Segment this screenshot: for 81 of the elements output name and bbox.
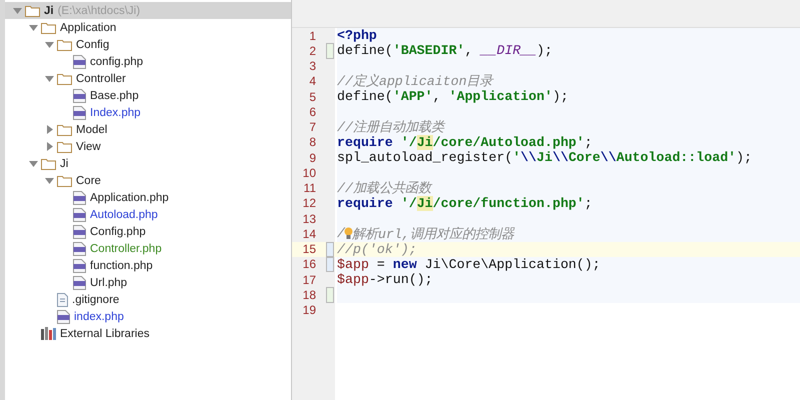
folder-icon — [57, 72, 72, 84]
code-line: <?php — [337, 28, 377, 44]
line-number: 9 — [308, 150, 317, 165]
php-file-icon — [73, 54, 86, 68]
folder-icon — [57, 174, 72, 186]
php-file-icon — [73, 276, 86, 290]
code-line: spl_autoload_register('\\Ji\\Core\\Autoload::load'); — [337, 150, 752, 166]
expand-arrow-icon[interactable] — [44, 125, 54, 134]
tree-item[interactable]: Ji — [5, 155, 291, 172]
text-file-icon — [57, 292, 68, 306]
code-line: //注册自动加载类 — [337, 118, 444, 136]
code-line: / 解析url,调用对应的控制器 — [337, 225, 514, 243]
line-number: 19 — [302, 303, 317, 318]
tree-item[interactable]: Model — [5, 121, 291, 138]
code-line: require '/Ji/core/function.php'; — [337, 196, 592, 211]
code-line: define('APP', 'Application'); — [337, 89, 568, 104]
project-path: (E:\xa\htdocs\Ji) — [58, 4, 140, 16]
line-number: 1 — [308, 28, 317, 43]
expand-arrow-icon[interactable] — [28, 159, 38, 168]
tree-item[interactable]: .gitignore — [5, 291, 291, 308]
php-file-icon — [73, 258, 86, 272]
library-icon — [41, 327, 56, 340]
code-line: require '/Ji/core/Autoload.php'; — [337, 134, 592, 150]
folder-icon — [57, 124, 72, 136]
tree-item[interactable]: Application.php — [5, 189, 291, 206]
tree-item[interactable]: function.php — [5, 257, 291, 274]
tree-item[interactable]: Controller — [5, 70, 291, 87]
folder-icon — [41, 22, 56, 34]
line-number: 11 — [302, 181, 317, 196]
line-number: 3 — [308, 59, 317, 74]
expand-arrow-icon[interactable] — [44, 142, 54, 151]
php-file-icon — [57, 310, 70, 324]
line-number: 8 — [308, 135, 317, 150]
tree-item[interactable]: Config.php — [5, 223, 291, 240]
line-number: 14 — [302, 226, 317, 241]
tree-item[interactable]: View — [5, 138, 291, 155]
folder-icon — [25, 4, 40, 16]
code-line: $app = new Ji\Core\Application(); — [337, 256, 600, 272]
code-line: //加载公共函数 — [337, 180, 431, 197]
expand-arrow-icon[interactable] — [44, 74, 54, 83]
line-number: 5 — [308, 90, 317, 104]
line-number: 13 — [302, 212, 317, 226]
code-line: $app->run(); — [337, 272, 433, 288]
tree-item[interactable]: Base.php — [5, 87, 291, 104]
line-number: 16 — [302, 257, 317, 272]
folder-icon — [57, 140, 72, 152]
line-number: 17 — [302, 272, 317, 287]
php-file-icon — [73, 106, 86, 120]
tree-item[interactable]: Config — [5, 36, 291, 53]
expand-arrow-icon[interactable] — [44, 176, 54, 185]
php-file-icon — [73, 190, 86, 204]
tree-item[interactable]: index.php — [5, 308, 291, 325]
expand-arrow-icon[interactable] — [28, 23, 38, 32]
php-file-icon — [73, 88, 86, 102]
lightbulb-icon[interactable] — [344, 227, 353, 240]
code-line: //定义applicaiton目录 — [337, 72, 493, 90]
tree-item[interactable]: Url.php — [5, 274, 291, 291]
php-file-icon — [73, 242, 86, 256]
tree-item[interactable]: Controller.php — [5, 240, 291, 257]
tree-item[interactable]: Autoload.php — [5, 206, 291, 223]
php-file-icon — [73, 224, 86, 238]
line-number: 15 — [302, 242, 317, 256]
tree-item[interactable]: Index.php — [5, 104, 291, 121]
line-number: 10 — [302, 166, 317, 180]
code-line: //p('ok'); — [337, 242, 417, 257]
tree-item[interactable]: Application — [5, 19, 291, 36]
line-number: 6 — [308, 104, 317, 119]
line-number: 18 — [302, 288, 317, 302]
line-number: 12 — [302, 196, 317, 210]
tree-item[interactable]: Core — [5, 172, 291, 189]
code-line: define('BASEDIR', __DIR__); — [337, 43, 552, 58]
line-number: 7 — [308, 120, 317, 134]
expand-arrow-icon[interactable] — [44, 40, 54, 49]
tree-item[interactable]: config.php — [5, 53, 291, 70]
line-number: 4 — [308, 74, 317, 88]
folder-icon — [57, 38, 72, 50]
tree-item[interactable]: External Libraries — [5, 325, 291, 342]
line-number: 2 — [308, 44, 317, 58]
tree-item[interactable]: Ji (E:\xa\htdocs\Ji) — [5, 2, 291, 19]
folder-icon — [41, 158, 56, 170]
php-file-icon — [73, 208, 86, 222]
